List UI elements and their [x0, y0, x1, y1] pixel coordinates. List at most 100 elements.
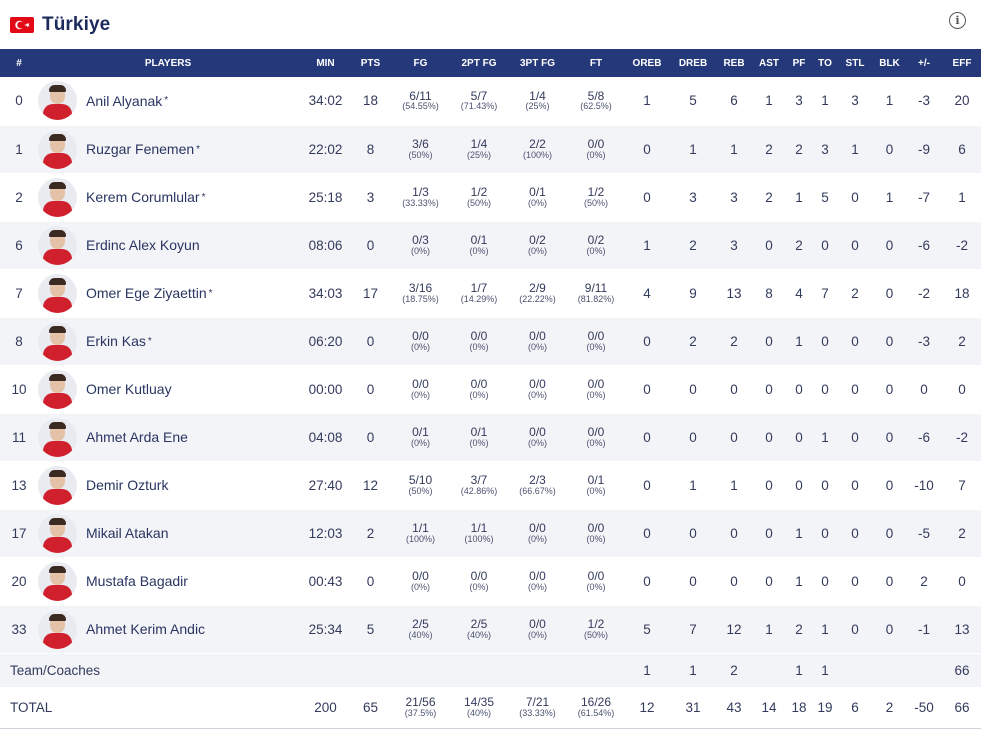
- ast-stat: 2: [765, 189, 773, 205]
- to-stat: 1: [821, 621, 829, 637]
- jersey-number: 2: [15, 189, 23, 205]
- fg3-stat-percentage: (100%): [522, 149, 552, 160]
- column-header-17[interactable]: EFF: [943, 49, 981, 77]
- table-row[interactable]: 20 Mustafa Bagadir 00:43 0 0/0 (0%) 0/0 (0%) 0/0…: [0, 557, 981, 605]
- fg2-stat: 1/1 (100%): [453, 509, 505, 557]
- stl-stat: 0: [851, 621, 859, 637]
- column-header-3[interactable]: PTS: [353, 49, 388, 77]
- fg3-stat-percentage: (0%): [527, 533, 547, 544]
- table-row[interactable]: 10 Omer Kutluay 00:00 0 0/0 (0%) 0/0 (0%) 0/0 (0%…: [0, 365, 981, 413]
- player-name-link[interactable]: Erdinc Alex Koyun: [86, 237, 200, 253]
- total-fg3-stat-percentage: (33.33%): [519, 707, 556, 718]
- table-row[interactable]: 8 Erkin Kas * 06:20 0 0/0 (0%) 0/0 (0%) 0/0 (0%) 0/…: [0, 317, 981, 365]
- player-name-link[interactable]: Demir Ozturk: [86, 477, 168, 493]
- table-row[interactable]: 0 Anil Alyanak * 34:02 18 6/11 (54.55%) 5/7 (71.…: [0, 77, 981, 125]
- to-stat: 0: [821, 525, 829, 541]
- stl-stat: 0: [851, 477, 859, 493]
- fg-stat-percentage: (0%): [410, 437, 430, 448]
- oreb-stat: 5: [643, 621, 651, 637]
- player-name-link[interactable]: Kerem Corumlular: [86, 189, 200, 205]
- minutes: 12:03: [308, 525, 343, 541]
- column-header-13[interactable]: TO: [814, 49, 836, 77]
- total-fg3-stat: 7/21 (33.33%): [505, 687, 570, 728]
- ft-stat-made-attempted: 0/1: [587, 472, 605, 487]
- column-header-7[interactable]: FT: [570, 49, 622, 77]
- oreb-stat: 1: [643, 662, 651, 678]
- minutes: 08:06: [308, 237, 343, 253]
- ast-stat: 0: [765, 237, 773, 253]
- column-header-8[interactable]: OREB: [622, 49, 672, 77]
- table-row[interactable]: 33 Ahmet Kerim Andic 25:34 5 2/5 (40%) 2/5 (40%…: [0, 605, 981, 653]
- player-name-link[interactable]: Omer Ege Ziyaettin: [86, 285, 207, 301]
- team-coaches-label: Team/Coaches: [10, 662, 101, 678]
- fg-stat-percentage: (50%): [408, 149, 433, 160]
- player-name-link[interactable]: Anil Alyanak: [86, 93, 162, 109]
- table-row[interactable]: 2 Kerem Corumlular * 25:18 3 1/3 (33.33%) 1/2 (5…: [0, 173, 981, 221]
- player-name-link[interactable]: Ahmet Kerim Andic: [86, 621, 205, 637]
- player-name-link[interactable]: Ruzgar Fenemen: [86, 141, 194, 157]
- ft-stat-percentage: (0%): [586, 389, 606, 400]
- column-header-12[interactable]: PF: [784, 49, 814, 77]
- fg2-stat: 5/7 (71.43%): [453, 77, 505, 125]
- oreb-stat: 4: [643, 285, 651, 301]
- column-header-11[interactable]: AST: [754, 49, 784, 77]
- player-avatar: [38, 273, 77, 313]
- fg2-stat: 0/1 (0%): [453, 413, 505, 461]
- column-header-5[interactable]: 2PT FG: [453, 49, 505, 77]
- dreb-stat: 0: [689, 525, 697, 541]
- minutes: 22:02: [308, 141, 343, 157]
- player-name-link[interactable]: Omer Kutluay: [86, 381, 172, 397]
- jersey-number: 10: [11, 381, 27, 397]
- ft-stat: 0/0 (0%): [570, 125, 622, 173]
- column-header-16[interactable]: +/-: [905, 49, 943, 77]
- column-header-0[interactable]: #: [0, 49, 38, 77]
- table-row[interactable]: 7 Omer Ege Ziyaettin * 34:03 17 3/16 (18.75%) 1…: [0, 269, 981, 317]
- column-header-14[interactable]: STL: [836, 49, 874, 77]
- table-row[interactable]: 1 Ruzgar Fenemen * 22:02 8 3/6 (50%) 1/4 (25%) 2/…: [0, 125, 981, 173]
- oreb-stat: 1: [643, 237, 651, 253]
- table-row[interactable]: 6 Erdinc Alex Koyun 08:06 0 0/3 (0%) 0/1 (0%) 0/…: [0, 221, 981, 269]
- column-header-9[interactable]: DREB: [672, 49, 714, 77]
- stl-stat: 2: [851, 285, 859, 301]
- player-cell: Anil Alyanak *: [38, 77, 298, 125]
- column-header-6[interactable]: 3PT FG: [505, 49, 570, 77]
- reb-stat: 3: [730, 237, 738, 253]
- table-row[interactable]: 13 Demir Ozturk 27:40 12 5/10 (50%) 3/7 (42.86%…: [0, 461, 981, 509]
- starter-marker: *: [147, 335, 152, 347]
- pf-stat: 0: [795, 429, 803, 445]
- player-avatar: [38, 129, 77, 169]
- player-name-link[interactable]: Ahmet Arda Ene: [86, 429, 188, 445]
- blk-stat: 0: [885, 381, 894, 397]
- player-avatar: [38, 177, 77, 217]
- column-header-2[interactable]: MIN: [298, 49, 353, 77]
- player-name-link[interactable]: Erkin Kas: [86, 333, 146, 349]
- ast-stat: 0: [765, 381, 773, 397]
- info-icon[interactable]: i: [949, 12, 966, 29]
- column-header-1[interactable]: PLAYERS: [38, 49, 298, 77]
- column-header-15[interactable]: BLK: [874, 49, 905, 77]
- player-cell: Mustafa Bagadir: [38, 557, 298, 605]
- table-row[interactable]: 17 Mikail Atakan 12:03 2 1/1 (100%) 1/1 (100%) 0…: [0, 509, 981, 557]
- fg3-stat: 0/0 (0%): [505, 365, 570, 413]
- column-header-10[interactable]: REB: [714, 49, 754, 77]
- ft-stat: 0/0 (0%): [570, 365, 622, 413]
- ft-stat-percentage: (0%): [586, 485, 606, 496]
- reb-stat: 0: [730, 429, 738, 445]
- fg-stat-made-attempted: 0/1: [412, 424, 429, 439]
- player-name-link[interactable]: Mustafa Bagadir: [86, 573, 188, 589]
- player-cell: Omer Kutluay: [38, 365, 298, 413]
- player-cell: Erkin Kas *: [38, 317, 298, 365]
- table-row[interactable]: 11 Ahmet Arda Ene 04:08 0 0/1 (0%) 0/1 (0%) 0/0(…: [0, 413, 981, 461]
- to-stat: 0: [821, 333, 829, 349]
- ast-stat: 0: [765, 429, 773, 445]
- pm-stat: -3: [917, 333, 930, 349]
- total-fg2-stat-made-attempted: 14/35: [463, 695, 495, 710]
- fg3-stat-made-attempted: 2/9: [529, 280, 546, 295]
- reb-stat: 0: [730, 573, 738, 589]
- ft-stat: 5/8 (62.5%): [570, 77, 622, 125]
- player-name-link[interactable]: Mikail Atakan: [86, 525, 168, 541]
- fg-stat-made-attempted: 5/10: [408, 472, 433, 487]
- fg-stat: 0/1 (0%): [388, 413, 453, 461]
- column-header-4[interactable]: FG: [388, 49, 453, 77]
- to-stat: 5: [821, 189, 829, 205]
